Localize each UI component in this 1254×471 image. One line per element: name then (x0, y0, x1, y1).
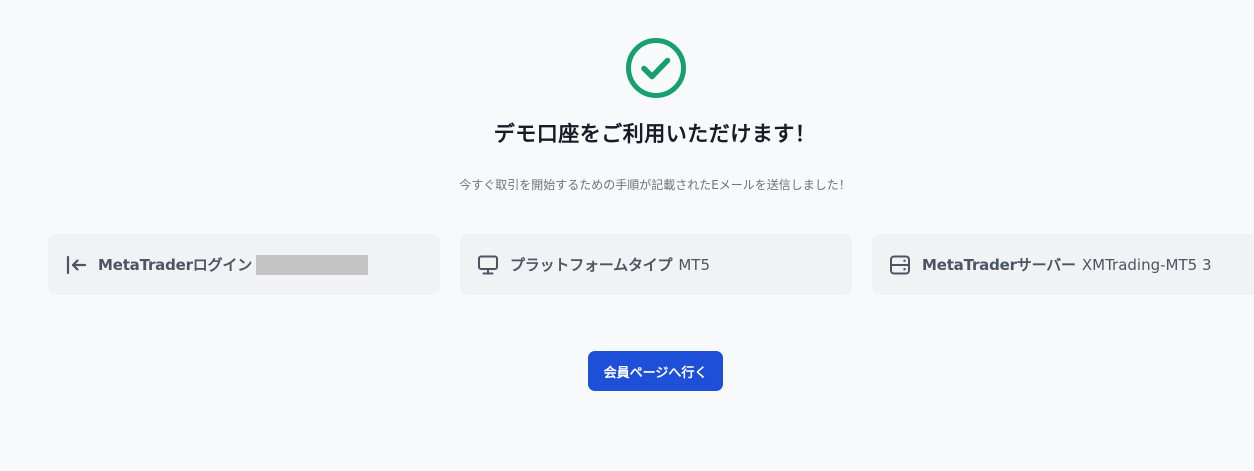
platform-value: MT5 (678, 255, 711, 274)
platform-card: プラットフォームタイプ MT5 (460, 234, 852, 295)
server-label: MetaTraderサーバー (922, 256, 1076, 274)
page-subtitle: 今すぐ取引を開始するための手順が記載されたEメールを送信しました！ (459, 178, 851, 192)
go-to-members-page-button[interactable]: 会員ページへ行く (588, 351, 723, 391)
platform-label: プラットフォームタイプ (510, 256, 673, 274)
server-value: XMTrading-MT5 3 (1081, 255, 1212, 274)
redacted-login-value (256, 254, 369, 275)
server-icon (888, 253, 912, 277)
page-title: デモ口座をご利用いただけます！ (493, 122, 817, 146)
login-arrow-icon (64, 253, 88, 277)
check-circle-icon (624, 36, 688, 100)
login-label: MetaTraderログイン (98, 256, 253, 274)
server-card: MetaTraderサーバー XMTrading-MT5 3 (872, 234, 1254, 295)
monitor-icon (476, 253, 500, 277)
login-card: MetaTraderログイン (48, 234, 440, 295)
